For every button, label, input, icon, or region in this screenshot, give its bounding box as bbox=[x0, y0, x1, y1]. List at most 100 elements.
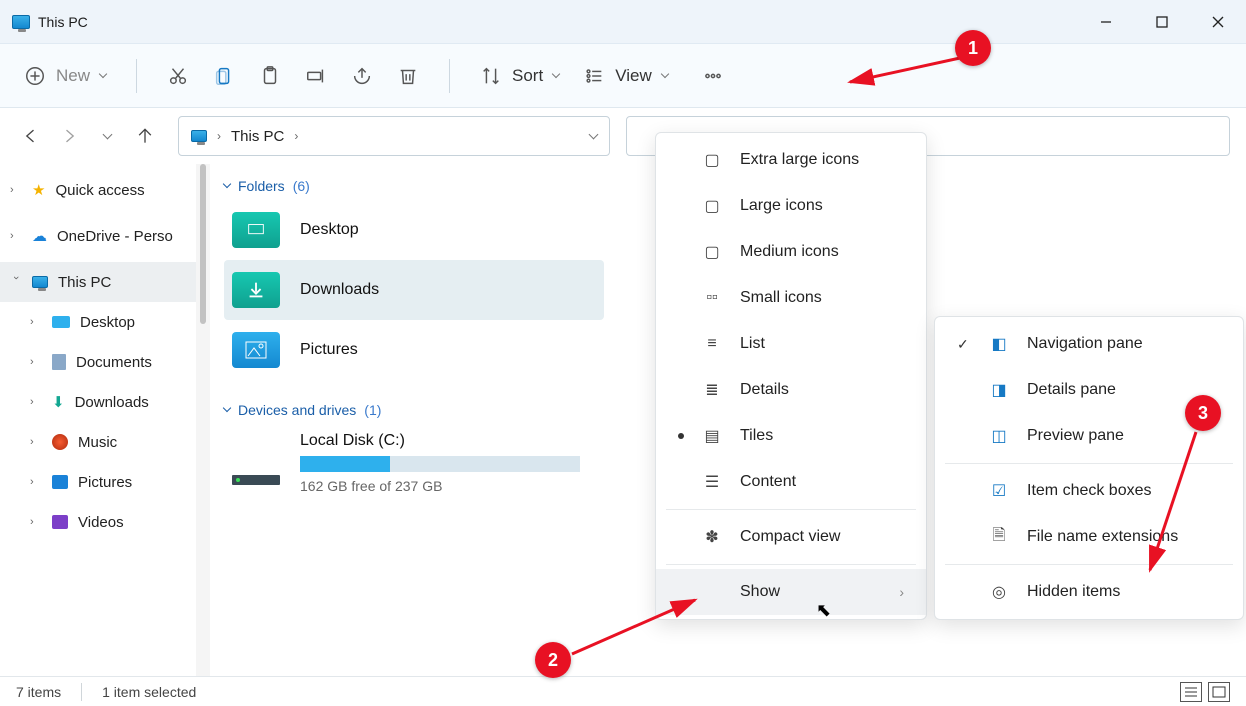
menu-item-show[interactable]: Show› bbox=[656, 569, 926, 615]
navigation-pane: › ★ Quick access › ☁ OneDrive - Perso › … bbox=[0, 164, 210, 676]
drive-c[interactable]: Local Disk (C:) 162 GB free of 237 GB bbox=[224, 424, 604, 502]
menu-item-tiles[interactable]: ▤Tiles bbox=[656, 413, 926, 459]
section-label: Folders bbox=[238, 178, 285, 194]
documents-icon bbox=[52, 354, 66, 370]
show-submenu: ✓◧Navigation pane ◨Details pane ◫Preview… bbox=[934, 316, 1244, 620]
this-pc-icon bbox=[191, 130, 207, 142]
sidebar-item-pictures[interactable]: › Pictures bbox=[0, 462, 196, 502]
checkboxes-icon: ☑ bbox=[989, 481, 1009, 501]
this-pc-icon bbox=[12, 15, 30, 29]
menu-item-list[interactable]: ≡List bbox=[656, 321, 926, 367]
sidebar-item-documents[interactable]: › Documents bbox=[0, 342, 196, 382]
sidebar-item-label: Videos bbox=[78, 514, 124, 531]
sidebar-item-label: Music bbox=[78, 434, 117, 451]
menu-item-checkboxes[interactable]: ☑Item check boxes bbox=[935, 468, 1243, 514]
titlebar: This PC bbox=[0, 0, 1246, 44]
view-button[interactable]: View bbox=[583, 65, 668, 87]
delete-button[interactable] bbox=[397, 65, 419, 87]
sidebar-item-onedrive[interactable]: › ☁ OneDrive - Perso bbox=[0, 216, 196, 256]
toolbar: New Sort View bbox=[0, 44, 1246, 108]
folder-desktop[interactable]: Desktop bbox=[224, 200, 604, 260]
new-button[interactable]: New bbox=[24, 65, 106, 87]
thumbnails-layout-button[interactable] bbox=[1208, 682, 1230, 702]
this-pc-icon bbox=[32, 276, 48, 288]
sidebar-item-this-pc[interactable]: › This PC bbox=[0, 262, 196, 302]
forward-button[interactable] bbox=[54, 121, 84, 151]
folder-label: Downloads bbox=[300, 281, 379, 299]
folder-label: Desktop bbox=[300, 221, 359, 239]
pictures-icon bbox=[52, 475, 68, 489]
callout-2: 2 bbox=[535, 642, 571, 678]
section-label: Devices and drives bbox=[238, 402, 356, 418]
menu-item-small-icons[interactable]: ▫▫Small icons bbox=[656, 275, 926, 321]
sidebar-item-videos[interactable]: › Videos bbox=[0, 502, 196, 542]
sort-button[interactable]: Sort bbox=[480, 65, 559, 87]
recent-locations-button[interactable] bbox=[92, 121, 122, 151]
maximize-button[interactable] bbox=[1134, 0, 1190, 44]
sidebar-item-desktop[interactable]: › Desktop bbox=[0, 302, 196, 342]
large-icons-icon: ▢ bbox=[702, 196, 722, 216]
cut-button[interactable] bbox=[167, 65, 189, 87]
menu-item-extra-large-icons[interactable]: ▢Extra large icons bbox=[656, 137, 926, 183]
callout-1: 1 bbox=[955, 30, 991, 66]
up-button[interactable] bbox=[130, 121, 160, 151]
cloud-icon: ☁ bbox=[32, 227, 47, 245]
menu-item-hidden-items[interactable]: ◎Hidden items bbox=[935, 569, 1243, 615]
details-icon: ≣ bbox=[702, 380, 722, 400]
sidebar-item-label: OneDrive - Perso bbox=[57, 228, 173, 245]
rename-button[interactable] bbox=[305, 65, 327, 87]
sort-label: Sort bbox=[512, 66, 543, 86]
sidebar-scrollbar[interactable] bbox=[196, 164, 210, 676]
desktop-folder-icon bbox=[232, 212, 280, 248]
menu-item-navigation-pane[interactable]: ✓◧Navigation pane bbox=[935, 321, 1243, 367]
downloads-icon: ⬇ bbox=[52, 393, 65, 411]
tiles-icon: ▤ bbox=[702, 426, 722, 446]
sidebar-item-quick-access[interactable]: › ★ Quick access bbox=[0, 170, 196, 210]
selected-indicator-icon bbox=[678, 433, 684, 439]
folder-pictures[interactable]: Pictures bbox=[224, 320, 604, 380]
view-menu: ▢Extra large icons ▢Large icons ▢Medium … bbox=[655, 132, 927, 620]
sidebar-item-label: Desktop bbox=[80, 314, 135, 331]
small-icons-icon: ▫▫ bbox=[702, 289, 722, 307]
callout-3: 3 bbox=[1185, 395, 1221, 431]
folder-downloads[interactable]: Downloads bbox=[224, 260, 604, 320]
drive-label: Local Disk (C:) bbox=[300, 432, 596, 450]
videos-icon bbox=[52, 515, 68, 529]
status-selection: 1 item selected bbox=[102, 684, 196, 700]
chevron-down-icon[interactable] bbox=[589, 129, 599, 139]
minimize-button[interactable] bbox=[1078, 0, 1134, 44]
sidebar-item-label: Downloads bbox=[75, 394, 149, 411]
breadcrumb-root[interactable]: This PC bbox=[231, 128, 284, 145]
extra-large-icons-icon: ▢ bbox=[702, 150, 722, 170]
address-bar-row: › This PC › bbox=[0, 108, 1246, 164]
menu-item-compact-view[interactable]: ✽Compact view bbox=[656, 514, 926, 560]
drive-free-space: 162 GB free of 237 GB bbox=[300, 478, 596, 494]
more-button[interactable] bbox=[702, 65, 724, 87]
paste-button[interactable] bbox=[259, 65, 281, 87]
menu-item-large-icons[interactable]: ▢Large icons bbox=[656, 183, 926, 229]
details-pane-icon: ◨ bbox=[989, 380, 1009, 400]
sidebar-item-downloads[interactable]: › ⬇ Downloads bbox=[0, 382, 196, 422]
status-item-count: 7 items bbox=[16, 684, 61, 700]
cursor-icon: ⬉ bbox=[816, 600, 831, 621]
address-bar[interactable]: › This PC › bbox=[178, 116, 610, 156]
drive-usage-bar bbox=[300, 456, 580, 472]
content-icon: ☰ bbox=[702, 472, 722, 492]
share-button[interactable] bbox=[351, 65, 373, 87]
status-bar: 7 items 1 item selected bbox=[0, 676, 1246, 706]
back-button[interactable] bbox=[16, 121, 46, 151]
copy-button[interactable] bbox=[213, 65, 235, 87]
close-button[interactable] bbox=[1190, 0, 1246, 44]
sidebar-item-label: Documents bbox=[76, 354, 152, 371]
menu-item-medium-icons[interactable]: ▢Medium icons bbox=[656, 229, 926, 275]
menu-item-content[interactable]: ☰Content bbox=[656, 459, 926, 505]
downloads-folder-icon bbox=[232, 272, 280, 308]
sidebar-item-music[interactable]: › Music bbox=[0, 422, 196, 462]
sidebar-item-label: This PC bbox=[58, 274, 111, 291]
menu-item-details[interactable]: ≣Details bbox=[656, 367, 926, 413]
details-layout-button[interactable] bbox=[1180, 682, 1202, 702]
windows-icon bbox=[236, 432, 276, 472]
menu-item-file-extensions[interactable]: 🗎File name extensions bbox=[935, 514, 1243, 560]
chevron-right-icon: › bbox=[294, 129, 298, 143]
navigation-pane-icon: ◧ bbox=[989, 334, 1009, 354]
